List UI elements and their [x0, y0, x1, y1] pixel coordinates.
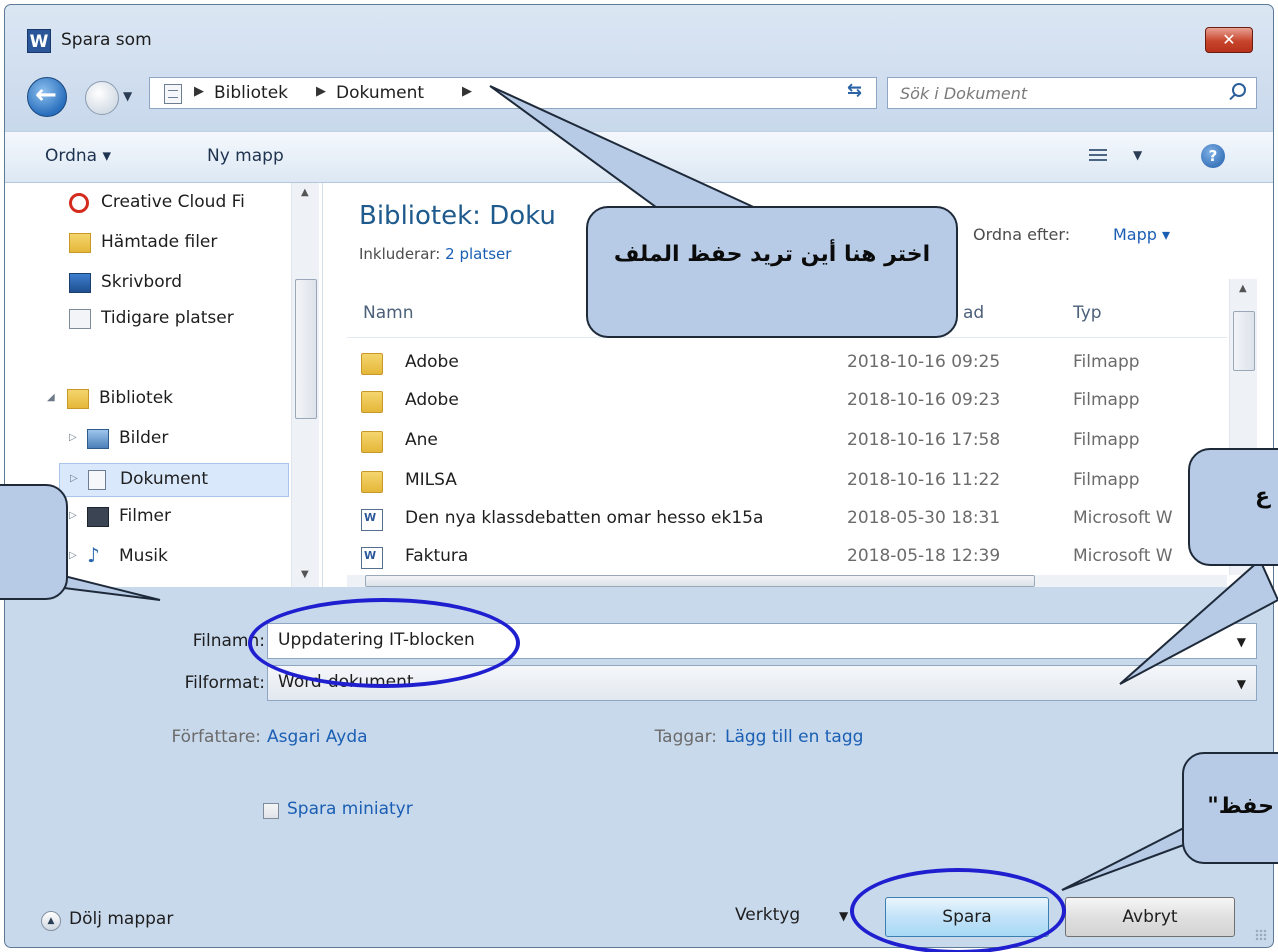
- location-callout: اختر هنا أين تريد حفظ الملف: [586, 206, 958, 338]
- save-callout: حفظ": [1182, 752, 1278, 864]
- format-callout-pointer: [1119, 558, 1278, 685]
- filename-callout: [0, 484, 68, 600]
- format-callout: ع: [1188, 448, 1278, 566]
- save-highlight-ellipse: [850, 868, 1066, 952]
- annotation-pointers: [0, 85, 1278, 891]
- filename-highlight-ellipse: [248, 598, 520, 688]
- location-callout-pointer: [489, 85, 761, 211]
